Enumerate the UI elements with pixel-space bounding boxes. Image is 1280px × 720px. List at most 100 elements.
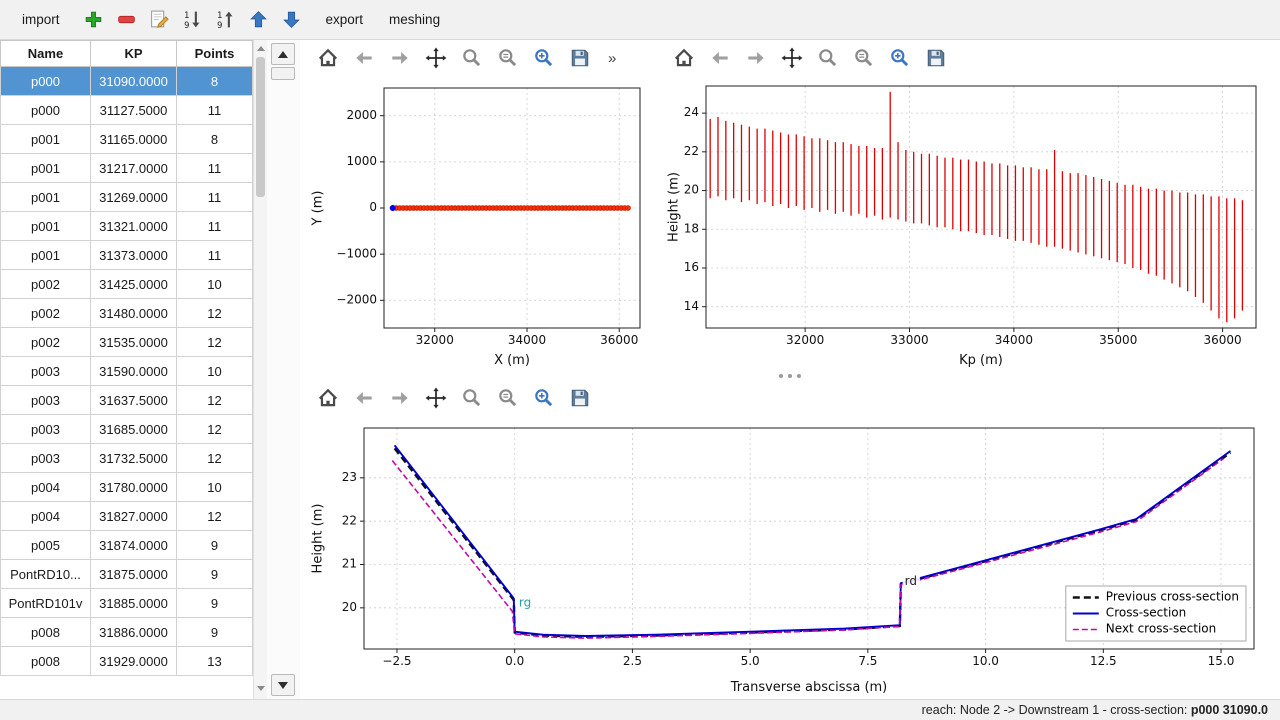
scroll-down-icon: [257, 686, 265, 691]
table-row[interactable]: p00331685.000012: [1, 415, 253, 444]
table-scroll-up-button[interactable]: [254, 42, 268, 55]
table-row[interactable]: p00331590.000010: [1, 357, 253, 386]
table-row[interactable]: p00131165.00008: [1, 125, 253, 154]
table-cell: 31165.0000: [91, 125, 177, 154]
forward-icon[interactable]: [388, 46, 412, 70]
sort-ascending-icon[interactable]: 19: [214, 8, 238, 32]
status-cross-section-value: p000 31090.0: [1191, 703, 1268, 717]
table-cell: p001: [1, 183, 91, 212]
customize-icon[interactable]: [532, 386, 556, 410]
back-icon[interactable]: [352, 386, 376, 410]
table-row[interactable]: p00031090.00008: [1, 67, 253, 96]
cross-section-block: [300, 380, 1280, 699]
column-header-name[interactable]: Name: [1, 41, 91, 67]
meshing-button[interactable]: meshing: [377, 7, 452, 32]
table-cell: 31373.0000: [91, 241, 177, 270]
table-scrollbar[interactable]: [253, 40, 267, 699]
sort-descending-icon[interactable]: 19: [181, 8, 205, 32]
table-row[interactable]: p00231425.000010: [1, 270, 253, 299]
table-row[interactable]: p00131269.000011: [1, 183, 253, 212]
table-row[interactable]: p00131373.000011: [1, 241, 253, 270]
table-cell: 8: [177, 125, 253, 154]
table-scrollbar-thumb[interactable]: [256, 57, 265, 197]
table-row[interactable]: p00131217.000011: [1, 154, 253, 183]
column-header-points[interactable]: Points: [177, 41, 253, 67]
forward-icon[interactable]: [388, 386, 412, 410]
plots-area: »: [300, 40, 1280, 699]
table-row[interactable]: PontRD101v31885.00009: [1, 589, 253, 618]
splitter-handle[interactable]: [300, 372, 1280, 380]
table-row[interactable]: p00431780.000010: [1, 473, 253, 502]
customize-icon[interactable]: [532, 46, 556, 70]
forward-icon[interactable]: [744, 46, 768, 70]
table-cell: 9: [177, 560, 253, 589]
home-icon[interactable]: [316, 46, 340, 70]
subplots-icon[interactable]: [496, 386, 520, 410]
table-row[interactable]: p00531874.00009: [1, 531, 253, 560]
customize-icon[interactable]: [888, 46, 912, 70]
table-cell: 31827.0000: [91, 502, 177, 531]
table-header-row: NameKPPoints: [1, 41, 253, 67]
column-header-kp[interactable]: KP: [91, 41, 177, 67]
remove-icon[interactable]: [115, 8, 139, 32]
table-row[interactable]: PontRD10...31875.00009: [1, 560, 253, 589]
save-icon[interactable]: [568, 386, 592, 410]
pan-icon[interactable]: [424, 386, 448, 410]
table-row[interactable]: p00131321.000011: [1, 212, 253, 241]
table-row[interactable]: p00331637.500012: [1, 386, 253, 415]
table-cell: 10: [177, 270, 253, 299]
table-row[interactable]: p00831929.000013: [1, 647, 253, 676]
cross-section-plot[interactable]: [304, 416, 1268, 699]
toolbar-overflow-button[interactable]: »: [604, 50, 616, 67]
table-cell: 31321.0000: [91, 212, 177, 241]
export-button[interactable]: export: [314, 7, 376, 32]
table-cell: p002: [1, 328, 91, 357]
main-toolbar: import 1919 export meshing: [0, 0, 1280, 40]
save-icon[interactable]: [568, 46, 592, 70]
import-button[interactable]: import: [10, 7, 72, 32]
zoom-icon[interactable]: [460, 386, 484, 410]
move-up-icon[interactable]: [247, 8, 271, 32]
table-row[interactable]: p00031127.500011: [1, 96, 253, 125]
table-row[interactable]: p00331732.500012: [1, 444, 253, 473]
table-cell: p000: [1, 96, 91, 125]
table-row[interactable]: p00231535.000012: [1, 328, 253, 357]
zoom-icon[interactable]: [816, 46, 840, 70]
zoom-icon[interactable]: [460, 46, 484, 70]
table-cell: 31090.0000: [91, 67, 177, 96]
home-icon[interactable]: [316, 386, 340, 410]
panel-scrollbar-thumb[interactable]: [271, 67, 295, 80]
longitudinal-profile-block: [656, 40, 1280, 372]
pan-icon[interactable]: [780, 46, 804, 70]
longitudinal-profile-plot[interactable]: [660, 76, 1270, 372]
save-icon[interactable]: [924, 46, 948, 70]
back-icon[interactable]: [708, 46, 732, 70]
table-cell: 11: [177, 154, 253, 183]
subplots-icon[interactable]: [496, 46, 520, 70]
cross-sections-table: NameKPPoints p00031090.00008p00031127.50…: [0, 40, 253, 676]
scroll-up-icon: [278, 51, 288, 58]
table-scroll-down-button[interactable]: [254, 682, 268, 695]
main-area: NameKPPoints p00031090.00008p00031127.50…: [0, 40, 1280, 699]
home-icon[interactable]: [672, 46, 696, 70]
panel-scroll-down-button[interactable]: [271, 674, 295, 696]
move-down-icon[interactable]: [280, 8, 304, 32]
scroll-down-icon: [278, 682, 288, 689]
svg-text:9: 9: [184, 20, 189, 30]
table-cell: p003: [1, 357, 91, 386]
main-toolbar-icons: 1919: [82, 8, 304, 32]
panel-scroll-up-button[interactable]: [271, 43, 295, 65]
table-cell: 11: [177, 241, 253, 270]
table-cell: PontRD101v: [1, 589, 91, 618]
table-row[interactable]: p00431827.000012: [1, 502, 253, 531]
table-row[interactable]: p00231480.000012: [1, 299, 253, 328]
back-icon[interactable]: [352, 46, 376, 70]
table-row[interactable]: p00831886.00009: [1, 618, 253, 647]
table-cell: 12: [177, 502, 253, 531]
plan-view-plot[interactable]: [304, 76, 654, 372]
edit-icon[interactable]: [148, 8, 172, 32]
pan-icon[interactable]: [424, 46, 448, 70]
table-cell: p003: [1, 386, 91, 415]
add-icon[interactable]: [82, 8, 106, 32]
subplots-icon[interactable]: [852, 46, 876, 70]
